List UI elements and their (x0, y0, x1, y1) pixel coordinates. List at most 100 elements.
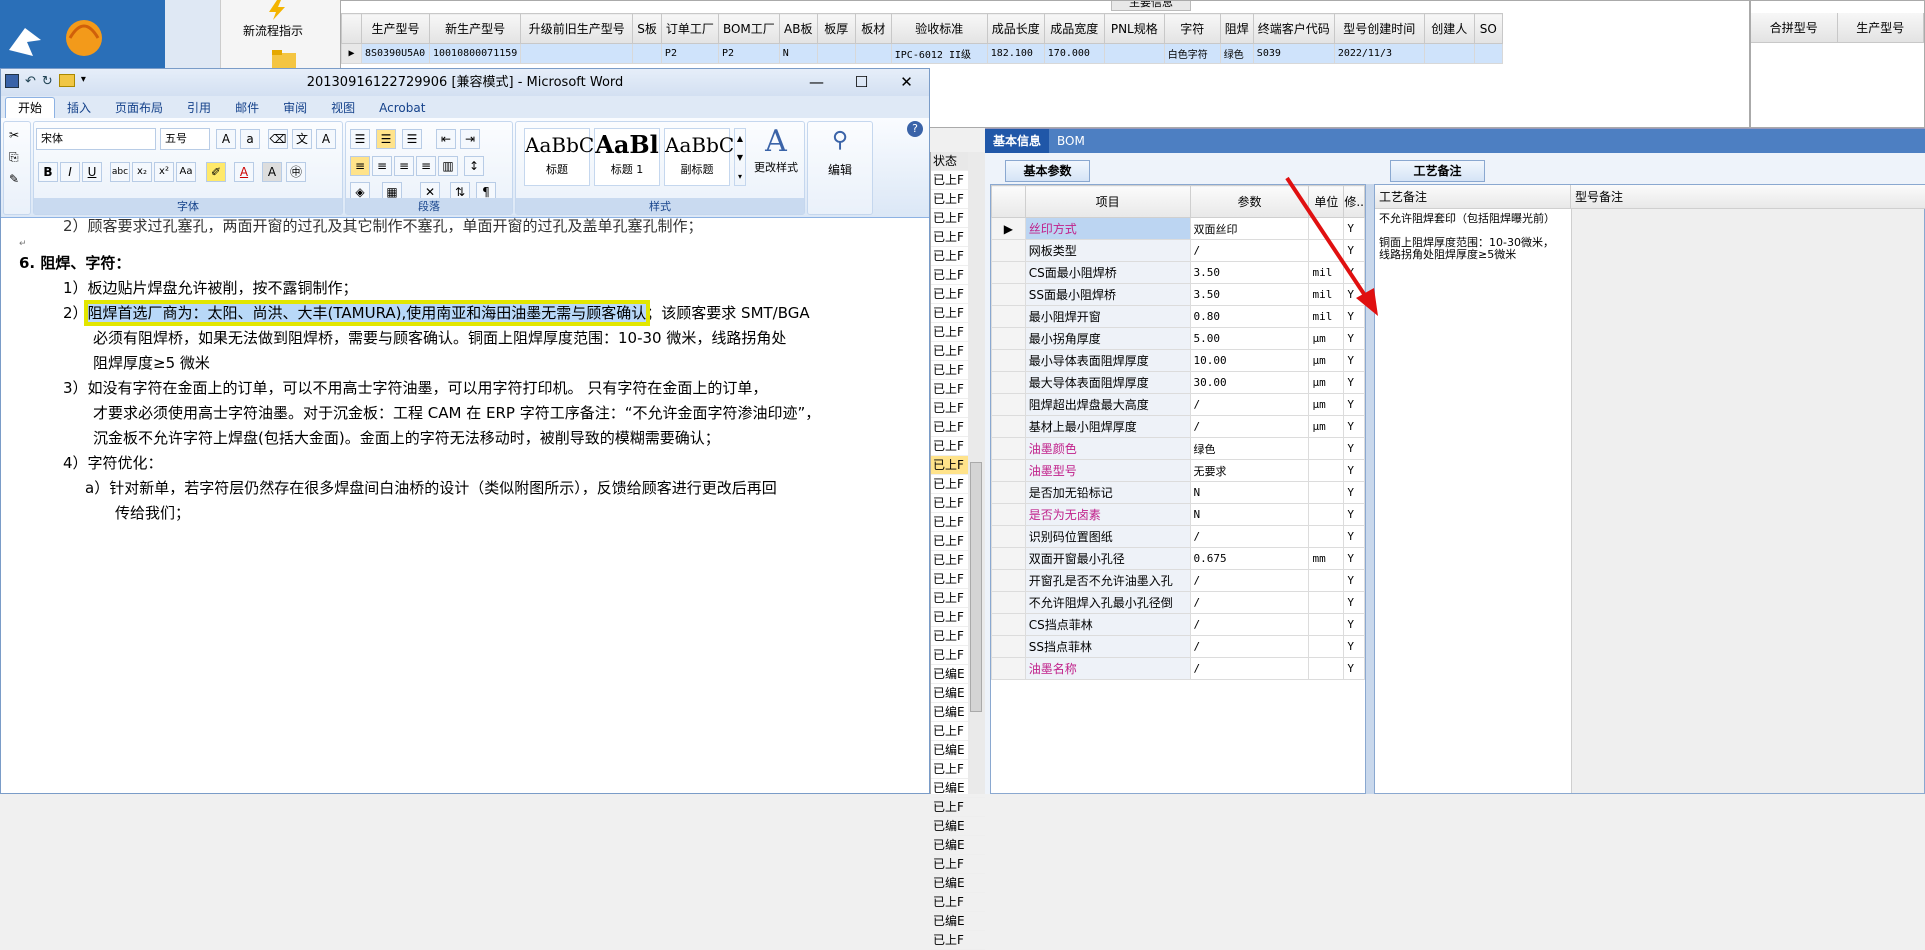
param-value[interactable]: / (1189, 635, 1310, 658)
param-value[interactable]: 10.00 (1189, 349, 1310, 372)
param-flag[interactable]: Y (1343, 547, 1365, 570)
param-name[interactable]: 最小导体表面阻焊厚度 (1024, 349, 1191, 372)
distributed-icon[interactable]: ▥ (438, 156, 458, 176)
line-spacing-icon[interactable]: ↕ (464, 156, 484, 176)
grid-cell[interactable]: 绿色 (1219, 43, 1254, 64)
shrink-font-icon[interactable]: a (240, 129, 260, 149)
param-value[interactable]: 30.00 (1189, 371, 1310, 394)
param-row[interactable]: 是否加无铅标记 N Y (991, 481, 1365, 504)
param-name[interactable]: SS面最小阻焊桥 (1024, 283, 1191, 306)
tab-references[interactable]: 引用 (175, 98, 223, 118)
param-name[interactable]: 最小拐角厚度 (1024, 327, 1191, 350)
close-button[interactable]: ✕ (884, 69, 929, 96)
craft-notes-text[interactable]: 不允许阻焊套印（包括阻焊曝光前） 铜面上阻焊厚度范围：10-30微米，线路拐角处… (1379, 213, 1564, 261)
param-value[interactable]: N (1189, 503, 1310, 526)
param-value[interactable]: / (1189, 591, 1310, 614)
param-name[interactable]: 最小阻焊开窗 (1024, 305, 1191, 328)
decrease-indent-icon[interactable]: ⇤ (436, 129, 456, 149)
model-notes-header[interactable]: 型号备注 (1571, 185, 1925, 209)
param-flag[interactable]: Y (1343, 437, 1365, 460)
param-flag[interactable]: Y (1343, 415, 1365, 438)
grid-cell[interactable]: P2 (717, 43, 780, 64)
underline-icon[interactable]: U (82, 162, 102, 182)
param-value[interactable]: 绿色 (1189, 437, 1310, 460)
param-flag[interactable]: Y (1343, 393, 1365, 416)
param-row[interactable]: 最小阻焊开窗 0.80 mil Y (991, 305, 1365, 328)
status-row[interactable]: 已编E (931, 874, 985, 893)
merge-model-header[interactable]: 合拼型号 (1751, 13, 1838, 42)
status-row[interactable]: 已编E (931, 912, 985, 931)
grid-cell[interactable] (816, 43, 856, 64)
param-row[interactable]: 最小导体表面阻焊厚度 10.00 μm Y (991, 349, 1365, 372)
param-flag[interactable]: Y (1343, 525, 1365, 548)
grid-cell[interactable]: S039 (1252, 43, 1335, 64)
justify-icon[interactable]: ≡ (416, 156, 436, 176)
param-flag[interactable]: Y (1343, 327, 1365, 350)
editing-button[interactable]: ⚲ 编辑 (816, 128, 864, 178)
grid-col-header[interactable]: 阻焊 (1219, 13, 1254, 44)
cut-icon[interactable]: ✂ (9, 128, 19, 142)
numbering-icon[interactable]: ☰ (376, 129, 396, 149)
param-flag[interactable]: Y (1343, 591, 1365, 614)
param-value[interactable]: / (1189, 657, 1310, 680)
change-case-icon[interactable]: Aa (176, 162, 196, 182)
param-flag[interactable]: Y (1343, 459, 1365, 482)
param-row[interactable]: 开窗孔是否不允许油墨入孔 / Y (991, 569, 1365, 592)
production-model-header[interactable]: 生产型号 (1838, 13, 1924, 42)
param-row[interactable]: 最小拐角厚度 5.00 μm Y (991, 327, 1365, 350)
param-value[interactable]: / (1189, 393, 1310, 416)
param-value[interactable]: 0.80 (1189, 305, 1310, 328)
status-row[interactable]: 已编E (931, 817, 985, 836)
increase-indent-icon[interactable]: ⇥ (460, 129, 480, 149)
param-name[interactable]: 油墨颜色 (1024, 437, 1191, 460)
param-name[interactable]: SS挡点菲林 (1024, 635, 1191, 658)
param-row[interactable]: 网板类型 / Y (991, 239, 1365, 262)
tab-basic-info[interactable]: 基本信息 (985, 129, 1050, 153)
param-value[interactable]: 无要求 (1189, 459, 1310, 482)
grid-cell[interactable]: 10010800071159 (428, 43, 522, 64)
grid-selected-row[interactable]: ▶ 8S0390U5A0 10010800071159 P2 P2 N IPC-6012 I… (341, 43, 1503, 64)
params-modify-header[interactable]: 修.. (1343, 185, 1365, 218)
param-name[interactable]: 丝印方式 (1024, 217, 1191, 240)
param-flag[interactable]: Y (1343, 305, 1365, 328)
grid-cell[interactable]: 白色字符 (1163, 43, 1221, 64)
tab-basic-params[interactable]: 基本参数 (1005, 160, 1090, 182)
status-scroll-thumb[interactable] (970, 462, 982, 712)
copy-icon[interactable]: ⎘ (9, 150, 19, 165)
status-row[interactable]: 已编E (931, 836, 985, 855)
align-left-icon[interactable]: ≡ (350, 156, 370, 176)
param-value[interactable]: / (1189, 525, 1310, 548)
font-color-icon[interactable]: A (234, 162, 254, 182)
document-body[interactable]: 2）顾客要求过孔塞孔，两面开窗的过孔及其它制作不塞孔，单面开窗的过孔及盖单孔塞孔… (1, 217, 929, 793)
param-name[interactable]: 基材上最小阻焊厚度 (1024, 415, 1191, 438)
bold-icon[interactable]: B (38, 162, 58, 182)
grid-col-header[interactable]: 终端客户代码 (1252, 13, 1335, 44)
param-name[interactable]: 是否加无铅标记 (1024, 481, 1191, 504)
grid-cell[interactable]: IPC-6012 II级 (890, 43, 988, 64)
param-value[interactable]: / (1189, 613, 1310, 636)
param-row[interactable]: 识别码位置图纸 / Y (991, 525, 1365, 548)
craft-notes-header[interactable]: 工艺备注 (1375, 185, 1571, 209)
grid-col-header[interactable]: 成品宽度 (1043, 13, 1105, 44)
param-name[interactable]: 不允许阻焊入孔最小孔径倒 (1024, 591, 1191, 614)
grid-col-header[interactable]: 字符 (1163, 13, 1221, 44)
grid-cell[interactable] (1473, 43, 1503, 64)
grid-cell[interactable]: 170.000 (1043, 43, 1105, 64)
tab-bom[interactable]: BOM (1049, 129, 1093, 153)
grid-col-header[interactable]: AB板 (778, 13, 818, 44)
format-painter-icon[interactable]: ✎ (9, 172, 19, 186)
param-row[interactable]: 最大导体表面阻焊厚度 30.00 μm Y (991, 371, 1365, 394)
highlight-icon[interactable]: ✐ (206, 162, 226, 182)
param-flag[interactable]: Y (1343, 261, 1365, 284)
grid-col-header[interactable]: 板材 (854, 13, 892, 44)
lightning-icon[interactable] (263, 0, 293, 23)
param-value[interactable]: 5.00 (1189, 327, 1310, 350)
desktop-shell-icon[interactable] (62, 14, 112, 64)
desktop-bird-icon[interactable] (5, 20, 55, 70)
strikethrough-icon[interactable]: abc (110, 162, 130, 182)
param-flag[interactable]: Y (1343, 239, 1365, 262)
param-flag[interactable]: Y (1343, 657, 1365, 680)
tab-page-layout[interactable]: 页面布局 (103, 98, 175, 118)
tab-mailings[interactable]: 邮件 (223, 98, 271, 118)
char-shading-icon[interactable]: A (262, 162, 282, 182)
